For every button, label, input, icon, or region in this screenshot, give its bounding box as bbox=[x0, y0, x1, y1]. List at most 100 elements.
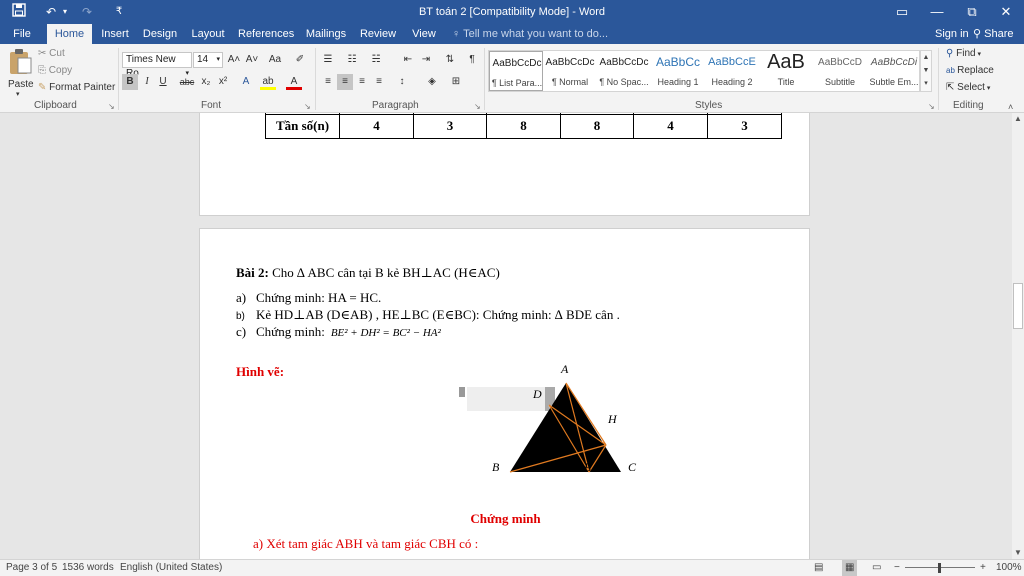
close-icon[interactable]: ✕ bbox=[990, 0, 1022, 24]
language-indicator[interactable]: English (United States) bbox=[120, 560, 222, 576]
shrink-font-button[interactable]: A˅ bbox=[244, 52, 260, 68]
sort-button[interactable]: ⇅ bbox=[442, 52, 458, 68]
subscript-button[interactable]: x₂ bbox=[198, 74, 214, 90]
justify-button[interactable]: ≡ bbox=[371, 74, 387, 90]
vertical-scrollbar[interactable]: ▲ ▼ bbox=[1012, 113, 1024, 559]
copy-button[interactable]: ⎘ Copy bbox=[38, 64, 72, 78]
read-mode-icon[interactable]: ▤ bbox=[814, 560, 823, 576]
zoom-in-button[interactable]: + bbox=[980, 560, 986, 576]
strikethrough-button[interactable]: abc bbox=[178, 74, 196, 90]
shading-button[interactable]: ◈ bbox=[424, 74, 440, 90]
increase-indent-button[interactable]: ⇥ bbox=[418, 52, 434, 68]
style-no-spacing[interactable]: AaBbCcDc ¶ No Spac... bbox=[597, 51, 651, 91]
share-button[interactable]: ⚲ Share bbox=[973, 24, 1013, 44]
select-button[interactable]: ⇱ Select ▾ bbox=[946, 81, 990, 96]
print-layout-icon[interactable]: ▦ bbox=[842, 560, 858, 576]
style-heading-1[interactable]: AaBbCc Heading 1 bbox=[651, 51, 705, 91]
style-heading-2[interactable]: AaBbCcE Heading 2 bbox=[705, 51, 759, 91]
tell-me-box[interactable]: ♀ Tell me what you want to do... bbox=[452, 24, 608, 44]
tab-references[interactable]: References bbox=[238, 24, 294, 44]
undo-icon[interactable]: ↶ bbox=[42, 3, 60, 21]
undo-dropdown-icon[interactable]: ▾ bbox=[60, 3, 70, 21]
clipboard-launcher-icon[interactable]: ↘ bbox=[108, 100, 115, 114]
zoom-slider-thumb[interactable] bbox=[938, 563, 941, 573]
style-name: Heading 2 bbox=[711, 77, 753, 87]
equation: BE² + DH² = BC² − HA² bbox=[330, 327, 441, 339]
find-button[interactable]: ⚲ Find ▾ bbox=[946, 47, 981, 62]
numbering-button[interactable]: ☷ bbox=[344, 52, 360, 68]
ribbon-display-options-icon[interactable]: ▭ bbox=[886, 0, 918, 24]
separator bbox=[315, 48, 316, 110]
style-name: Subtle Em... bbox=[869, 77, 919, 87]
font-size-combo[interactable]: 14 ▾ bbox=[193, 52, 223, 68]
web-layout-icon[interactable]: ▭ bbox=[872, 560, 881, 576]
tab-home[interactable]: Home bbox=[47, 24, 92, 44]
style-normal[interactable]: AaBbCcDc ¶ Normal bbox=[543, 51, 597, 91]
zoom-level[interactable]: 100% bbox=[996, 560, 1022, 576]
borders-button[interactable]: ⊞ bbox=[448, 74, 464, 90]
highlight-button[interactable]: ab bbox=[260, 74, 276, 90]
font-name-combo[interactable]: Times New Ro▾ bbox=[122, 52, 192, 79]
scroll-up-icon[interactable]: ▲ bbox=[921, 51, 931, 64]
bold-button[interactable]: B bbox=[122, 74, 138, 90]
bullets-button[interactable]: ☰ bbox=[320, 52, 336, 68]
paste-button[interactable]: Paste ▾ bbox=[6, 48, 34, 98]
cut-button[interactable]: ✂ Cut bbox=[38, 47, 65, 61]
tab-layout[interactable]: Layout bbox=[188, 24, 228, 44]
tab-review[interactable]: Review bbox=[358, 24, 398, 44]
redo-icon[interactable]: ↷ bbox=[78, 3, 96, 21]
figure-box-handle[interactable] bbox=[459, 387, 465, 397]
multilevel-list-button[interactable]: ☵ bbox=[368, 52, 384, 68]
format-painter-label: Format Painter bbox=[49, 82, 116, 93]
align-right-button[interactable]: ≡ bbox=[354, 74, 370, 90]
sign-in-link[interactable]: Sign in bbox=[935, 24, 969, 44]
clipboard-group-label: Clipboard bbox=[34, 100, 77, 111]
scroll-down-arrow-icon[interactable]: ▼ bbox=[1012, 547, 1024, 559]
style-title[interactable]: AaB Title bbox=[759, 51, 813, 91]
style-name: Title bbox=[777, 77, 795, 87]
show-marks-button[interactable]: ¶ bbox=[464, 52, 480, 68]
tab-insert[interactable]: Insert bbox=[97, 24, 133, 44]
more-styles-icon[interactable]: ▾ bbox=[921, 77, 931, 90]
list-text: Chứng minh: HA = HC. bbox=[256, 290, 382, 305]
align-center-button[interactable]: ≡ bbox=[337, 74, 353, 90]
scroll-up-arrow-icon[interactable]: ▲ bbox=[1012, 113, 1024, 125]
align-left-button[interactable]: ≡ bbox=[320, 74, 336, 90]
replace-button[interactable]: ab Replace bbox=[946, 64, 994, 78]
font-color-button[interactable]: A bbox=[286, 74, 302, 90]
word-count[interactable]: 1536 words bbox=[62, 560, 114, 576]
customize-toolbar-icon[interactable]: ₹ bbox=[112, 3, 126, 21]
lightbulb-icon: ♀ bbox=[452, 28, 464, 40]
line-spacing-button[interactable]: ↕ bbox=[394, 74, 410, 90]
text-effects-button[interactable]: A bbox=[238, 74, 254, 90]
font-launcher-icon[interactable]: ↘ bbox=[304, 100, 311, 114]
style-list-paragraph[interactable]: AaBbCcDc ¶ List Para... bbox=[489, 51, 543, 91]
clear-formatting-button[interactable]: ✐ bbox=[292, 52, 308, 68]
list-text: Kẻ HD⊥AB (D∈AB) , HE⊥BC (E∈BC): Chứng mi… bbox=[256, 307, 620, 322]
style-subtitle[interactable]: AaBbCcD Subtitle bbox=[813, 51, 867, 91]
scrollbar-thumb[interactable] bbox=[1013, 283, 1023, 329]
tab-file[interactable]: File bbox=[6, 24, 38, 44]
paragraph-launcher-icon[interactable]: ↘ bbox=[474, 100, 481, 114]
format-painter-button[interactable]: ✎ Format Painter bbox=[38, 81, 115, 95]
tab-design[interactable]: Design bbox=[141, 24, 179, 44]
save-icon[interactable] bbox=[10, 3, 28, 21]
tab-view[interactable]: View bbox=[408, 24, 440, 44]
collapse-ribbon-icon[interactable]: ˄ bbox=[1008, 100, 1013, 114]
decrease-indent-button[interactable]: ⇤ bbox=[400, 52, 416, 68]
zoom-out-button[interactable]: − bbox=[894, 560, 900, 576]
restore-icon[interactable]: ⧉ bbox=[956, 0, 988, 24]
minimize-icon[interactable]: — bbox=[921, 0, 953, 24]
superscript-button[interactable]: x² bbox=[215, 74, 231, 90]
problem-heading: Bài 2: Cho ∆ ABC cân tại B kẻ BH⊥AC (H∈A… bbox=[236, 265, 500, 281]
page-count[interactable]: Page 3 of 5 bbox=[6, 560, 57, 576]
style-subtle-emphasis[interactable]: AaBbCcDi Subtle Em... bbox=[867, 51, 921, 91]
grow-font-button[interactable]: A˄ bbox=[226, 52, 242, 68]
triangle-figure bbox=[509, 382, 621, 473]
change-case-button[interactable]: Aa bbox=[264, 52, 286, 68]
scroll-down-icon[interactable]: ▼ bbox=[921, 64, 931, 77]
tab-mailings[interactable]: Mailings bbox=[303, 24, 349, 44]
underline-button[interactable]: U bbox=[155, 74, 171, 90]
styles-launcher-icon[interactable]: ↘ bbox=[928, 100, 935, 114]
italic-button[interactable]: I bbox=[139, 74, 155, 90]
